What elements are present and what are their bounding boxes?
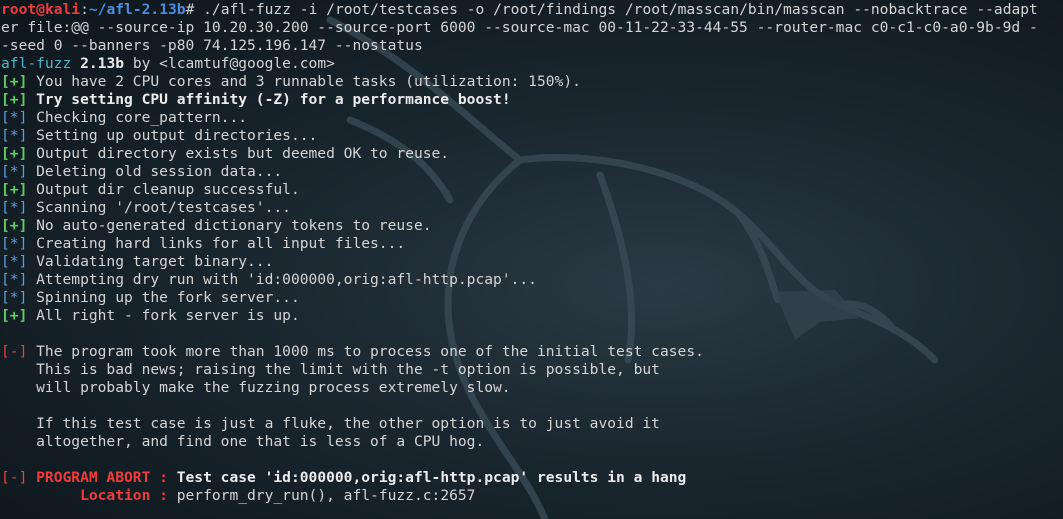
log-text: Validating target binary... (27, 253, 274, 270)
log-line: [*] Setting up output directories... (1, 127, 1063, 145)
log-text: Spinning up the fork server... (27, 289, 300, 306)
log-mark-info: [*] (1, 163, 28, 180)
log-messages: [+] You have 2 CPU cores and 3 runnable … (1, 73, 1063, 325)
warning-mark: [-] (1, 343, 28, 360)
log-text: Attempting dry run with 'id:000000,orig:… (27, 271, 537, 288)
warning-line: [-] The program took more than 1000 ms t… (1, 343, 1063, 361)
log-mark-success: [+] (1, 181, 28, 198)
prompt-path: ~/afl-2.13b (88, 1, 186, 18)
log-text: Output directory exists but deemed OK to… (27, 145, 450, 162)
log-mark-info: [*] (1, 109, 28, 126)
log-line: [+] No auto-generated dictionary tokens … (1, 217, 1063, 235)
log-text: No auto-generated dictionary tokens to r… (27, 217, 432, 234)
warning-line: will probably make the fuzzing process e… (1, 379, 511, 396)
log-text: Checking core_pattern... (27, 109, 248, 126)
log-mark-success: [+] (1, 73, 28, 90)
warning-line: If this test case is just a fluke, the o… (1, 415, 660, 432)
log-text: You have 2 CPU cores and 3 runnable task… (27, 73, 581, 90)
prompt-at: @ (36, 1, 45, 18)
log-line: [*] Scanning '/root/testcases'... (1, 199, 1063, 217)
log-text: Deleting old session data... (27, 163, 283, 180)
log-line: [*] Spinning up the fork server... (1, 289, 1063, 307)
log-line: [*] Attempting dry run with 'id:000000,o… (1, 271, 1063, 289)
abort-mark: [-] (1, 469, 28, 486)
command-line-1: root@kali:~/afl-2.13b# ./afl-fuzz -i /ro… (1, 1, 1063, 19)
command-line-2: er file:@@ --source-ip 10.20.30.200 --so… (1, 19, 1038, 36)
prompt-separator: : (80, 1, 89, 18)
command-text-1: ./afl-fuzz -i /root/testcases -o /root/f… (194, 1, 1038, 18)
log-mark-success: [+] (1, 217, 28, 234)
log-mark-info: [*] (1, 253, 28, 270)
log-text: All right - fork server is up. (27, 307, 300, 324)
log-line: [*] Deleting old session data... (1, 163, 1063, 181)
log-line: [*] Checking core_pattern... (1, 109, 1063, 127)
log-line: [+] Try setting CPU affinity (-Z) for a … (1, 91, 1063, 109)
log-text: Scanning '/root/testcases'... (27, 199, 291, 216)
location-value: perform_dry_run(), afl-fuzz.c:2657 (176, 487, 476, 504)
log-line: [*] Creating hard links for all input fi… (1, 235, 1063, 253)
warning-line (1, 397, 1063, 415)
log-text: Try setting CPU affinity (-Z) for a perf… (27, 91, 511, 108)
log-text: Output dir cleanup successful. (27, 181, 300, 198)
warning-line: altogether, and find one that is less of… (1, 433, 485, 450)
banner-name: afl-fuzz (1, 55, 72, 72)
abort-label: PROGRAM ABORT : (27, 469, 177, 486)
log-mark-info: [*] (1, 235, 28, 252)
log-text: Setting up output directories... (27, 127, 318, 144)
banner-author: by <lcamtuf@google.com> (124, 55, 335, 72)
log-mark-success: [+] (1, 145, 28, 162)
location-label: Location : (1, 487, 177, 504)
log-line: [+] You have 2 CPU cores and 3 runnable … (1, 73, 1063, 91)
log-line: [+] All right - fork server is up. (1, 307, 1063, 325)
log-mark-info: [*] (1, 199, 28, 216)
banner-line: afl-fuzz 2.13b by <lcamtuf@google.com> (1, 55, 1063, 73)
log-mark-success: [+] (1, 91, 28, 108)
prompt-user: root (1, 1, 37, 18)
log-mark-info: [*] (1, 271, 28, 288)
location-line: Location : perform_dry_run(), afl-fuzz.c… (1, 487, 1063, 505)
log-mark-success: [+] (1, 307, 28, 324)
hang-warning: [-] The program took more than 1000 ms t… (1, 343, 1063, 451)
terminal-window[interactable]: root@kali:~/afl-2.13b# ./afl-fuzz -i /ro… (0, 0, 1063, 519)
warning-text: The program took more than 1000 ms to pr… (27, 343, 704, 360)
log-mark-info: [*] (1, 289, 28, 306)
banner-version: 2.13b (80, 55, 125, 72)
command-line-3: -seed 0 --banners -p80 74.125.196.147 --… (1, 37, 423, 54)
log-text: Creating hard links for all input files.… (27, 235, 406, 252)
abort-message: Test case 'id:000000,orig:afl-http.pcap'… (176, 469, 687, 486)
terminal-output: root@kali:~/afl-2.13b# ./afl-fuzz -i /ro… (1, 1, 1063, 505)
log-line: [+] Output dir cleanup successful. (1, 181, 1063, 199)
log-line: [+] Output directory exists but deemed O… (1, 145, 1063, 163)
log-mark-info: [*] (1, 127, 28, 144)
abort-line: [-] PROGRAM ABORT : Test case 'id:000000… (1, 469, 1063, 487)
prompt-host: kali (44, 1, 81, 18)
log-line: [*] Validating target binary... (1, 253, 1063, 271)
warning-line: This is bad news; raising the limit with… (1, 361, 660, 378)
